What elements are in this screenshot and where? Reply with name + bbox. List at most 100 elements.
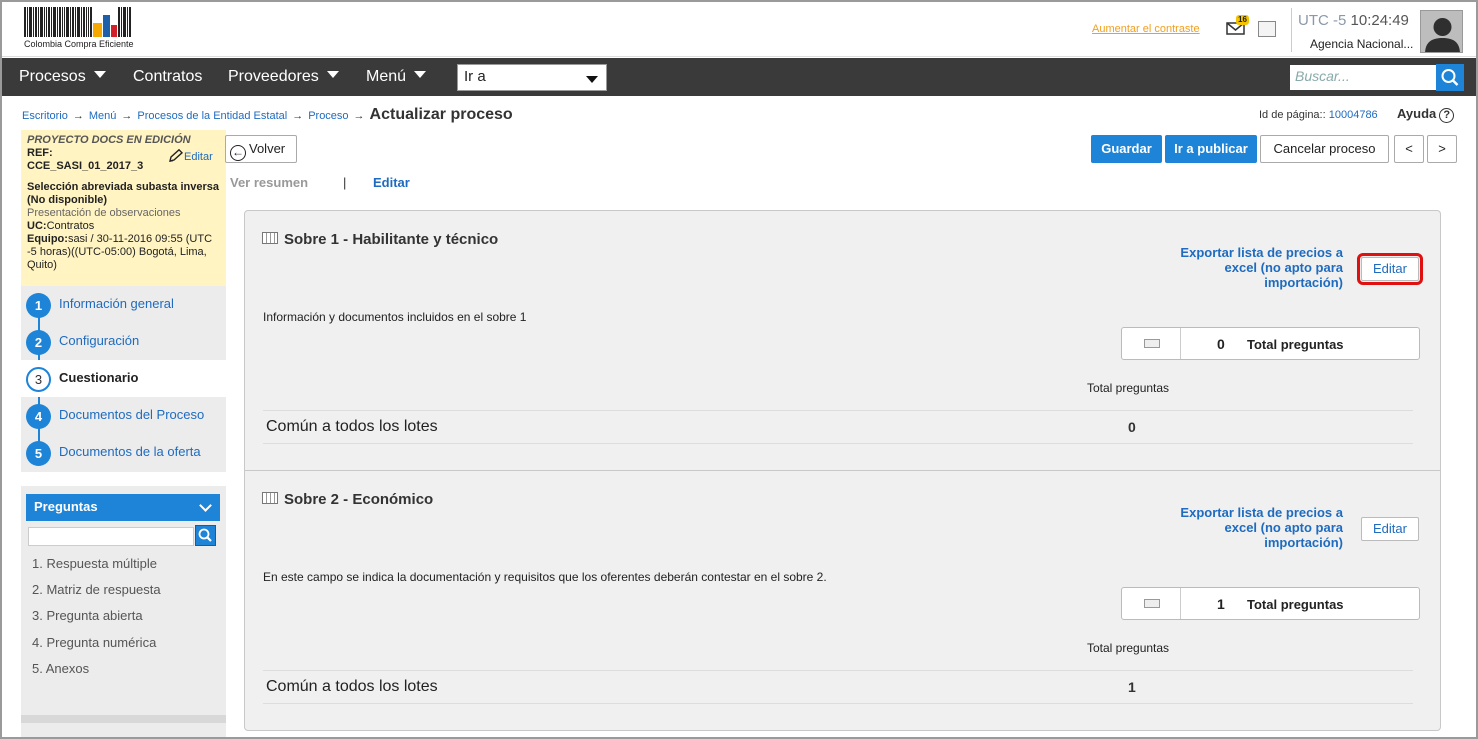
tab-separator: | — [343, 175, 347, 190]
step-informacion-general[interactable]: 1 Información general — [21, 286, 226, 323]
chevron-down-icon — [199, 499, 212, 512]
nav-proveedores[interactable]: Proveedores — [228, 68, 339, 86]
divider — [263, 703, 1413, 704]
preguntas-search-input[interactable] — [28, 527, 194, 546]
preguntas-header[interactable]: Preguntas — [26, 494, 220, 521]
user-silhouette-icon — [1425, 18, 1460, 52]
panel-footer — [21, 715, 226, 723]
save-button[interactable]: Guardar — [1091, 135, 1162, 163]
collapse-icon — [1122, 328, 1181, 359]
edit-sobre-button[interactable]: Editar — [1361, 517, 1419, 541]
pencil-icon — [169, 148, 184, 162]
collapse-icon — [1122, 588, 1181, 619]
arrow-right-icon: → — [353, 110, 365, 122]
divider — [263, 670, 1413, 671]
help-icon: ? — [1439, 108, 1455, 123]
caret-down-icon — [586, 76, 598, 83]
export-price-list-link[interactable]: Exportar lista de precios a excel (no ap… — [1165, 245, 1343, 290]
agency-name[interactable]: Agencia Nacional... — [1310, 37, 1413, 51]
question-type-item[interactable]: 5. Anexos — [32, 661, 89, 676]
step-cuestionario[interactable]: 3 Cuestionario — [21, 360, 226, 397]
page-title: Actualizar proceso — [369, 106, 513, 123]
back-button[interactable]: ← Volver — [225, 135, 297, 163]
preguntas-panel: Preguntas 1. Respuesta múltiple 2. Matri… — [21, 486, 226, 737]
breadcrumb-menu[interactable]: Menú — [89, 110, 117, 122]
search-icon — [1441, 69, 1459, 86]
preguntas-search-button[interactable] — [195, 525, 216, 546]
lot-row-label: Común a todos los lotes — [266, 678, 438, 695]
search-input[interactable]: Buscar... — [1290, 65, 1436, 90]
edit-sobre-button[interactable]: Editar — [1357, 253, 1423, 285]
page-id-value[interactable]: 10004786 — [1329, 109, 1378, 121]
lot-row-label: Común a todos los lotes — [266, 418, 438, 435]
table-icon — [262, 492, 278, 504]
app-frame: Colombia Compra Eficiente Aumentar el co… — [0, 0, 1478, 739]
lot-row-value: 1 — [1128, 679, 1136, 695]
total-questions-box[interactable]: 0 Total preguntas — [1121, 327, 1420, 360]
tab-ver-resumen[interactable]: Ver resumen — [230, 175, 308, 190]
caret-down-icon — [414, 71, 427, 78]
caret-down-icon — [93, 71, 106, 78]
total-questions-box[interactable]: 1 Total preguntas — [1121, 587, 1420, 620]
project-ref: REF: CCE_SASI_01_2017_3 — [27, 147, 144, 172]
sobre-description: Información y documentos incluidos en el… — [263, 310, 527, 324]
sobre-title: Sobre 2 - Económico — [262, 491, 433, 508]
barcode-logo-icon — [24, 7, 144, 37]
header-divider — [1291, 8, 1292, 52]
project-info: PROYECTO DOCS EN EDICIÓN REF: CCE_SASI_0… — [21, 130, 226, 286]
step-documentos-proceso[interactable]: 4 Documentos del Proceso — [21, 397, 226, 434]
arrow-left-circle-icon: ← — [230, 145, 246, 161]
total-label: Total preguntas — [1247, 337, 1344, 352]
arrow-right-icon: → — [121, 110, 133, 122]
goto-select[interactable]: Ir a — [457, 64, 607, 91]
clock-time: 10:24:49 — [1350, 12, 1409, 29]
project-title: PROYECTO DOCS EN EDICIÓN — [27, 134, 191, 146]
cancel-process-button[interactable]: Cancelar proceso — [1260, 135, 1389, 163]
nav-procesos[interactable]: Procesos — [19, 68, 106, 86]
process-steps: 1 Información general 2 Configuración 3 Cue… — [21, 286, 226, 472]
question-type-item[interactable]: 2. Matriz de respuesta — [32, 582, 161, 597]
publish-button[interactable]: Ir a publicar — [1165, 135, 1257, 163]
total-label: Total preguntas — [1247, 597, 1344, 612]
help-link[interactable]: Ayuda? — [1397, 106, 1455, 123]
breadcrumb-escritorio[interactable]: Escritorio — [22, 110, 68, 122]
breadcrumb-proceso[interactable]: Proceso — [308, 110, 348, 122]
arrow-right-icon: → — [72, 110, 84, 122]
logo-text: Colombia Compra Eficiente — [24, 39, 134, 49]
main-navbar: Procesos Contratos Proveedores Menú Ir a… — [2, 58, 1476, 96]
total-count: 0 — [1217, 336, 1225, 352]
contrast-link[interactable]: Aumentar el contraste — [1092, 23, 1200, 35]
divider — [263, 443, 1413, 444]
table-icon — [262, 232, 278, 244]
sobre-description: En este campo se indica la documentación… — [263, 570, 827, 584]
export-price-list-link[interactable]: Exportar lista de precios a excel (no ap… — [1165, 505, 1343, 550]
sobre-title: Sobre 1 - Habilitante y técnico — [262, 231, 498, 248]
prev-button[interactable]: < — [1394, 135, 1424, 163]
utc-label: UTC -5 — [1298, 12, 1347, 29]
step-configuracion[interactable]: 2 Configuración — [21, 323, 226, 360]
tab-editar[interactable]: Editar — [373, 175, 410, 190]
question-type-item[interactable]: 1. Respuesta múltiple — [32, 556, 157, 571]
divider — [263, 410, 1413, 411]
project-type: Selección abreviada subasta inversa (No … — [27, 181, 219, 206]
logo[interactable]: Colombia Compra Eficiente — [24, 7, 146, 51]
nav-menu[interactable]: Menú — [366, 68, 427, 86]
next-button[interactable]: > — [1427, 135, 1457, 163]
search-button[interactable] — [1436, 64, 1464, 91]
sobre-section: Sobre 1 - Habilitante y técnico Exportar… — [245, 211, 1440, 471]
breadcrumb-procesos[interactable]: Procesos de la Entidad Estatal — [137, 110, 287, 122]
search-icon — [198, 528, 212, 542]
document-icon[interactable] — [1258, 21, 1276, 37]
lot-row-value: 0 — [1128, 419, 1136, 435]
nav-contratos[interactable]: Contratos — [133, 68, 202, 86]
question-type-item[interactable]: 3. Pregunta abierta — [32, 608, 143, 623]
column-header: Total preguntas — [1087, 381, 1170, 395]
notification-badge: 16 — [1236, 15, 1249, 25]
project-uc: Contratos — [46, 220, 95, 232]
avatar[interactable] — [1420, 10, 1463, 53]
step-documentos-oferta[interactable]: 5 Documentos de la oferta — [21, 434, 226, 471]
question-type-item[interactable]: 4. Pregunta numérica — [32, 635, 156, 650]
project-phase: Presentación de observaciones — [27, 207, 181, 219]
project-edit-link[interactable]: Editar — [168, 148, 213, 164]
column-header: Total preguntas — [1087, 641, 1170, 655]
